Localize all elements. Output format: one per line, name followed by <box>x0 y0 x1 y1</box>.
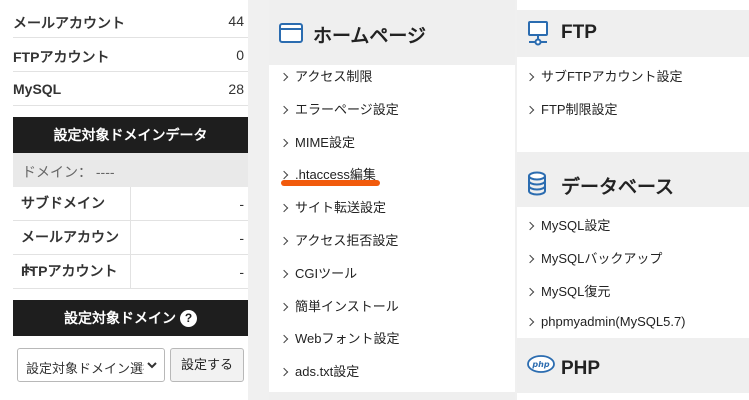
highlight-underline <box>281 180 380 186</box>
chevron-right-icon <box>279 203 289 213</box>
menu-item-ads-txt[interactable]: ads.txt設定 <box>279 361 360 380</box>
row-label: FTPアカウント <box>13 255 131 288</box>
database-title: データベース <box>561 177 675 198</box>
menu-item-label: MySQL復元 <box>541 284 611 299</box>
left-panel: メールアカウント 44 FTPアカウント 0 MySQL 28 設定対象ドメイン… <box>0 0 248 400</box>
menu-item-cgi-tools[interactable]: CGIツール <box>279 263 358 282</box>
browser-window-icon <box>279 23 303 43</box>
domain-row: ドメイン： ---- <box>13 153 248 187</box>
panel-bottom-divider <box>269 392 515 400</box>
help-icon[interactable]: ? <box>180 309 197 327</box>
php-logo-text: php <box>531 360 549 369</box>
chevron-right-icon <box>525 254 535 264</box>
domain-select-header: 設定対象ドメイン? <box>13 300 248 336</box>
menu-item-label: Webフォント設定 <box>295 331 400 346</box>
ftp-title: FTP <box>561 22 597 43</box>
database-icon <box>528 171 546 196</box>
chevron-right-icon <box>279 236 289 246</box>
row-value: - <box>239 196 244 212</box>
menu-item-label: サイト転送設定 <box>295 200 387 215</box>
stat-label: MySQL <box>13 81 62 97</box>
menu-item-mysql-settings[interactable]: MySQL設定 <box>525 215 611 234</box>
stat-label: メールアカウント <box>13 15 125 31</box>
domain-label: ドメイン： ---- <box>22 164 115 180</box>
section-divider <box>517 338 749 346</box>
set-domain-button[interactable]: 設定する <box>170 348 244 382</box>
menu-item-mysql-restore[interactable]: MySQL復元 <box>525 281 611 300</box>
menu-item-label: MIME設定 <box>295 135 355 150</box>
chevron-right-icon <box>279 170 289 180</box>
chevron-right-icon <box>279 367 289 377</box>
menu-item-sub-ftp[interactable]: サブFTPアカウント設定 <box>525 66 683 85</box>
chevron-right-icon <box>525 72 535 82</box>
menu-item-phpmyadmin[interactable]: phpmyadmin(MySQL5.7) <box>525 314 686 329</box>
domain-select[interactable]: 設定対象ドメイン選択 <box>17 348 165 382</box>
menu-item-access-deny[interactable]: アクセス拒否設定 <box>279 230 399 249</box>
menu-item-label: アクセス制限 <box>295 69 373 84</box>
domain-data-row-mail: メールアカウント - <box>13 221 248 278</box>
menu-item-site-redirect[interactable]: サイト転送設定 <box>279 197 387 216</box>
chevron-right-icon <box>525 221 535 231</box>
menu-item-label: 簡単インストール <box>295 299 399 314</box>
menu-item-easy-install[interactable]: 簡単インストール <box>279 296 399 315</box>
chevron-right-icon <box>525 287 535 297</box>
domain-data-row-ftp: FTPアカウント - <box>13 255 248 289</box>
stat-label: FTPアカウント <box>13 49 110 65</box>
menu-item-label: phpmyadmin(MySQL5.7) <box>541 314 686 329</box>
stat-value: 0 <box>236 47 244 63</box>
menu-item-error-page[interactable]: エラーページ設定 <box>279 99 399 118</box>
network-monitor-icon <box>528 21 548 46</box>
menu-item-label: エラーページ設定 <box>295 102 399 117</box>
right-panel: FTP サブFTPアカウント設定 FTP制限設定 データベース MySQL設定 … <box>517 0 749 400</box>
php-header: php PHP <box>517 346 749 393</box>
chevron-right-icon <box>279 105 289 115</box>
stat-row-ftp: FTPアカウント 0 <box>13 38 248 72</box>
domain-data-row-subdomain: サブドメイン - <box>13 187 248 221</box>
domain-select-value: 設定対象ドメイン選択 <box>26 361 144 376</box>
menu-item-label: サブFTPアカウント設定 <box>541 69 683 84</box>
menu-item-label: アクセス拒否設定 <box>295 233 399 248</box>
ftp-header: FTP <box>517 10 749 57</box>
menu-item-label: MySQLバックアップ <box>541 251 663 266</box>
php-title: PHP <box>561 358 601 379</box>
chevron-right-icon <box>525 105 535 115</box>
section-divider <box>517 152 749 160</box>
chevron-right-icon <box>279 72 289 82</box>
chevron-right-icon <box>279 334 289 344</box>
domain-data-header: 設定対象ドメインデータ <box>13 117 248 153</box>
row-value: - <box>239 264 244 280</box>
stat-value: 28 <box>228 81 244 97</box>
menu-item-label: MySQL設定 <box>541 218 611 233</box>
domain-select-header-label: 設定対象ドメイン <box>64 310 176 326</box>
row-label: メールアカウント <box>13 221 131 278</box>
php-logo-icon: php <box>527 355 555 373</box>
chevron-right-icon <box>279 138 289 148</box>
menu-item-web-font[interactable]: Webフォント設定 <box>279 328 400 347</box>
chevron-right-icon <box>279 302 289 312</box>
menu-item-access-restriction[interactable]: アクセス制限 <box>279 66 373 85</box>
chevron-right-icon <box>525 317 535 327</box>
database-header: データベース <box>517 160 749 207</box>
menu-item-mime[interactable]: MIME設定 <box>279 132 355 151</box>
menu-item-label: ads.txt設定 <box>295 364 360 379</box>
menu-item-ftp-restriction[interactable]: FTP制限設定 <box>525 99 618 118</box>
menu-item-label: CGIツール <box>295 266 358 281</box>
row-value: - <box>239 230 244 246</box>
chevron-right-icon <box>279 269 289 279</box>
menu-item-mysql-backup[interactable]: MySQLバックアップ <box>525 248 663 267</box>
menu-item-label: FTP制限設定 <box>541 102 618 117</box>
homepage-title: ホームページ <box>313 26 427 47</box>
stat-row-mail: メールアカウント 44 <box>13 4 248 38</box>
homepage-panel: ホームページ アクセス制限 エラーページ設定 MIME設定 .htaccess編… <box>269 0 515 400</box>
stat-row-mysql: MySQL 28 <box>13 72 248 106</box>
chevron-down-icon <box>147 362 157 369</box>
homepage-header: ホームページ <box>269 0 515 65</box>
row-label: サブドメイン <box>13 187 131 220</box>
stat-value: 44 <box>228 13 244 29</box>
